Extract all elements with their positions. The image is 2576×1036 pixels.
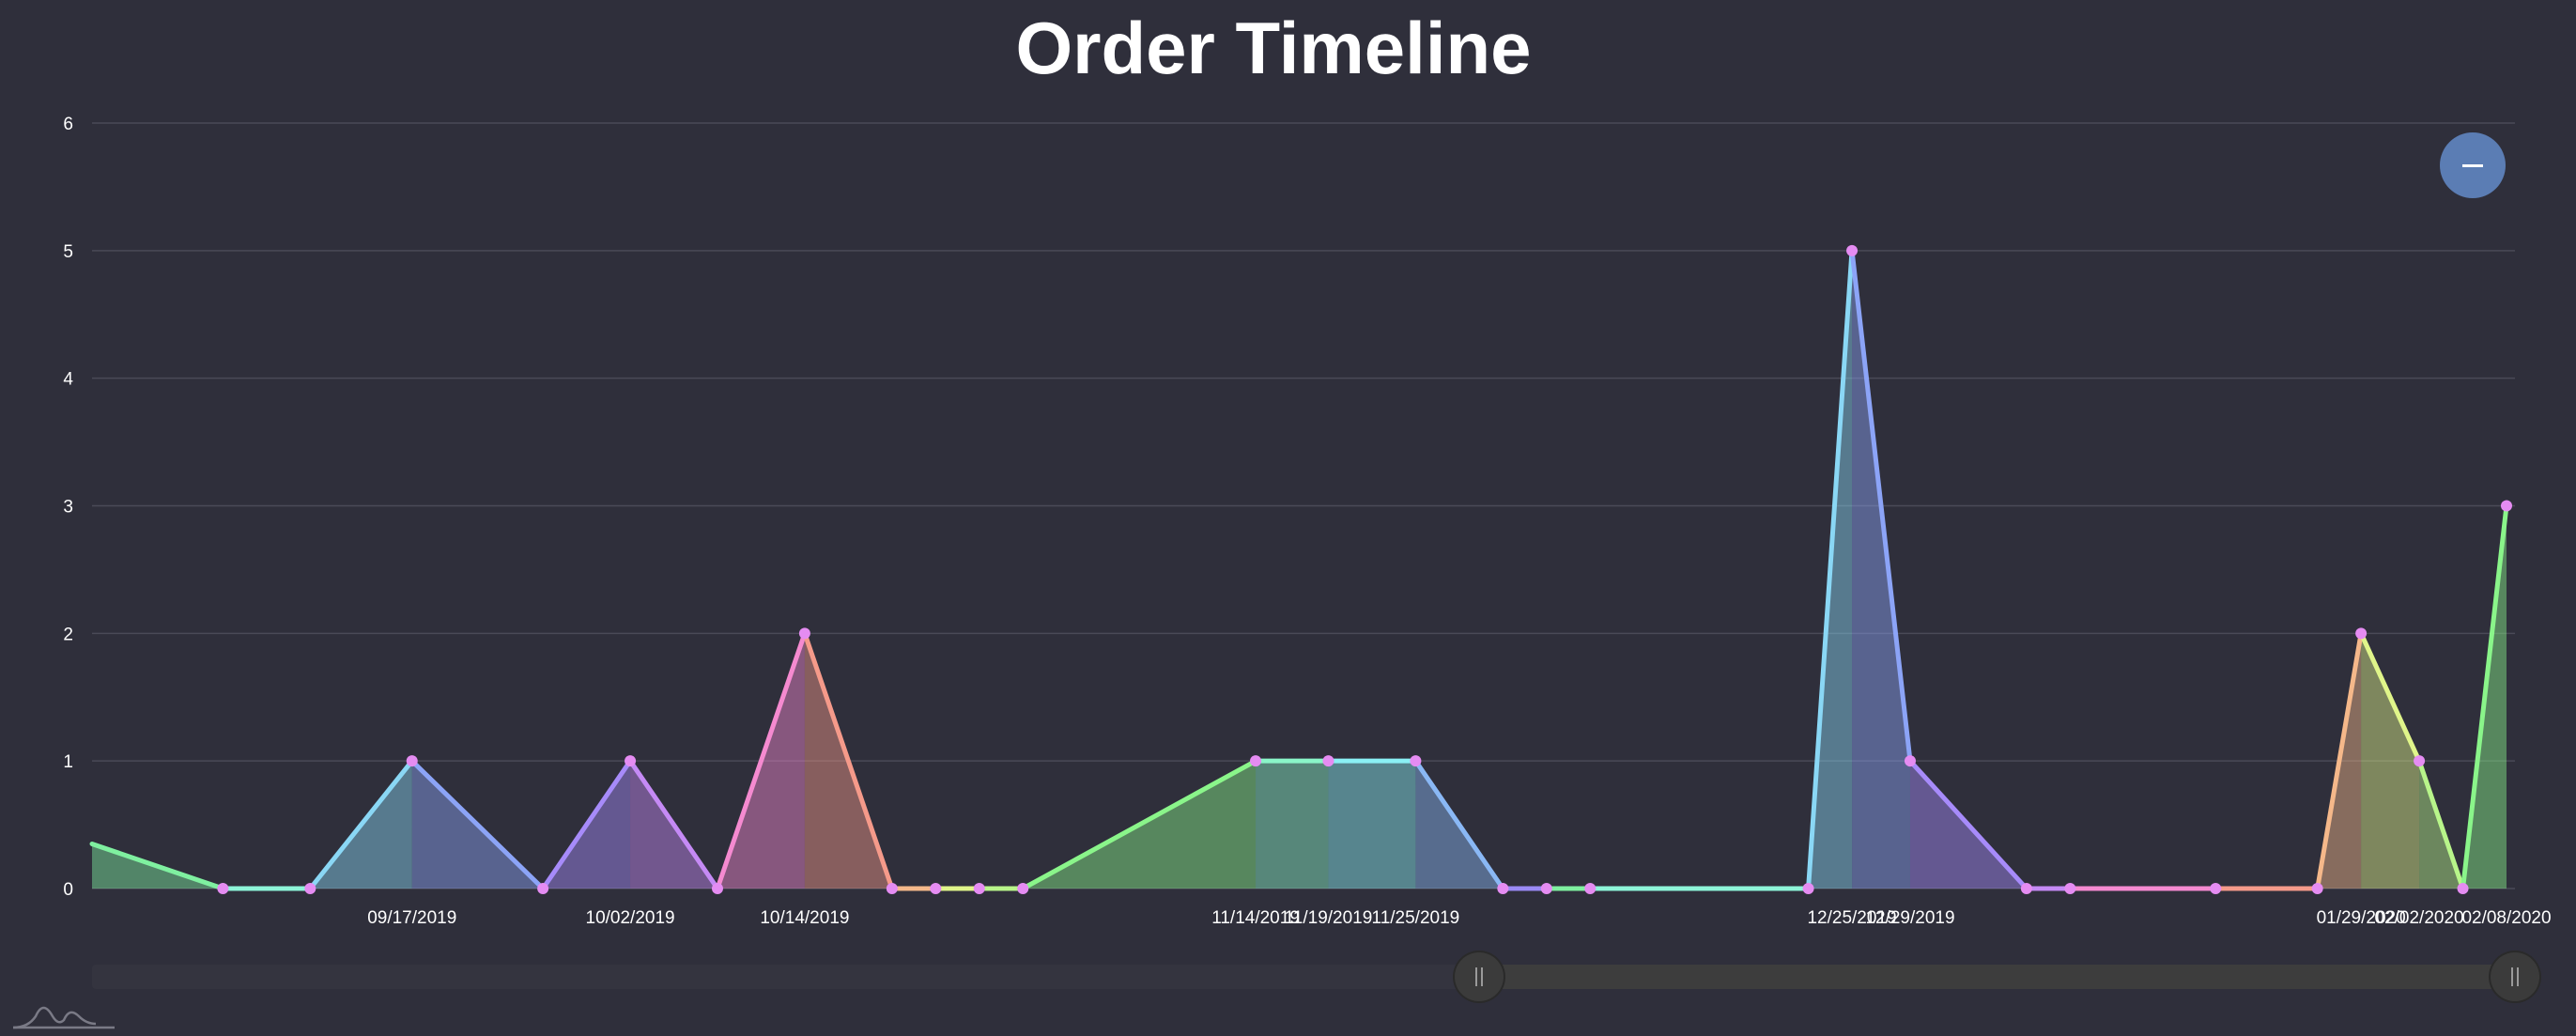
area-segment	[1256, 761, 1329, 889]
y-axis-ticks: 0 1 2 3 4 5 6	[63, 115, 73, 900]
zoom-out-button[interactable]	[2440, 132, 2506, 198]
scrollbar-grip-end[interactable]	[2491, 952, 2539, 1001]
y-tick-label: 1	[63, 752, 73, 772]
data-point[interactable]	[2457, 883, 2469, 894]
y-tick-label: 2	[63, 625, 73, 644]
data-point[interactable]	[1497, 883, 1509, 894]
x-tick-label: 11/25/2019	[1372, 908, 1460, 928]
y-tick-label: 5	[63, 242, 73, 262]
data-point[interactable]	[2064, 883, 2076, 894]
x-tick-label: 02/08/2020	[2461, 908, 2551, 928]
y-tick-label: 6	[63, 115, 73, 134]
data-point[interactable]	[1017, 883, 1029, 894]
data-point[interactable]	[1410, 755, 1422, 767]
x-tick-label: 11/19/2019	[1285, 908, 1373, 928]
data-point[interactable]	[304, 883, 316, 894]
data-point[interactable]	[406, 755, 418, 767]
x-tick-label: 09/17/2019	[367, 908, 456, 928]
area-segment	[1328, 761, 1416, 889]
data-point[interactable]	[886, 883, 898, 894]
data-point[interactable]	[1250, 755, 1262, 767]
area-layer	[92, 250, 2507, 889]
y-tick-label: 4	[63, 370, 73, 390]
data-point[interactable]	[973, 883, 985, 894]
data-point[interactable]	[2311, 883, 2323, 894]
amcharts-logo-icon	[12, 1006, 115, 1029]
chart-plot: 0 1 2 3 4 5 6 09/17/2019 10/02/2019 10/14/2019 11…	[63, 115, 2551, 928]
x-tick-label: 02/02/2020	[2375, 908, 2464, 928]
data-point[interactable]	[711, 883, 723, 894]
y-tick-label: 3	[63, 498, 73, 518]
data-point[interactable]	[1322, 755, 1334, 767]
y-tick-label: 0	[63, 880, 73, 900]
data-point[interactable]	[2414, 755, 2426, 767]
data-point[interactable]	[217, 883, 229, 894]
data-point[interactable]	[1584, 883, 1597, 894]
area-segment	[2361, 633, 2420, 889]
x-tick-label: 10/02/2019	[586, 908, 675, 928]
data-point[interactable]	[1540, 883, 1552, 894]
data-point[interactable]	[1904, 755, 1916, 767]
data-point[interactable]	[2210, 883, 2222, 894]
data-point[interactable]	[930, 883, 942, 894]
x-tick-label: 10/14/2019	[760, 908, 849, 928]
x-axis-ticks: 09/17/2019 10/02/2019 10/14/2019 11/14/2019…	[367, 908, 2551, 928]
data-point[interactable]	[798, 627, 810, 640]
data-point[interactable]	[625, 755, 637, 767]
data-point[interactable]	[1802, 883, 1814, 894]
scrollbar-grip-start[interactable]	[1455, 952, 1504, 1001]
x-tick-label: 12/29/2019	[1865, 908, 1954, 928]
data-point[interactable]	[1846, 244, 1859, 256]
data-point[interactable]	[2020, 883, 2032, 894]
data-point[interactable]	[2355, 627, 2368, 640]
scrollbar-thumb[interactable]	[1479, 965, 2515, 989]
data-point[interactable]	[2501, 500, 2512, 512]
data-point[interactable]	[537, 883, 549, 894]
